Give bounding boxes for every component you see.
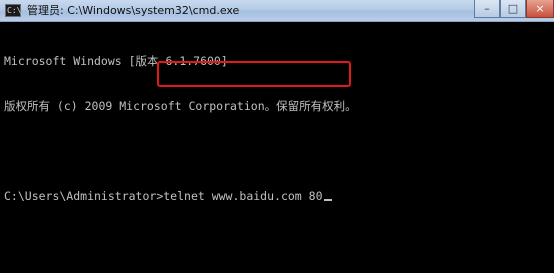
command-prompt: C:\Users\Administrator> (4, 189, 164, 203)
command-text: telnet www.baidu.com 80 (163, 189, 323, 203)
window-title: 管理员: C:\Windows\system32\cmd.exe (27, 4, 240, 17)
maximize-button[interactable]: □ (500, 0, 526, 18)
minimize-button[interactable]: – (474, 0, 500, 18)
cmd-icon-glyph: C:\ (7, 6, 22, 15)
text-cursor (323, 199, 332, 201)
cmd-icon[interactable]: C:\ (5, 4, 21, 17)
close-button[interactable]: × (526, 0, 554, 18)
cmd-window: C:\ 管理员: C:\Windows\system32\cmd.exe – □… (0, 0, 554, 273)
window-controls: – □ × (474, 0, 554, 20)
command-highlight-box (157, 61, 351, 87)
copyright-line: 版权所有 (c) 2009 Microsoft Corporation。保留所有… (4, 99, 357, 113)
title-bar[interactable]: C:\ 管理员: C:\Windows\system32\cmd.exe – □… (0, 0, 554, 22)
command-line[interactable]: C:\Users\Administrator>telnet www.baidu.… (4, 189, 550, 204)
